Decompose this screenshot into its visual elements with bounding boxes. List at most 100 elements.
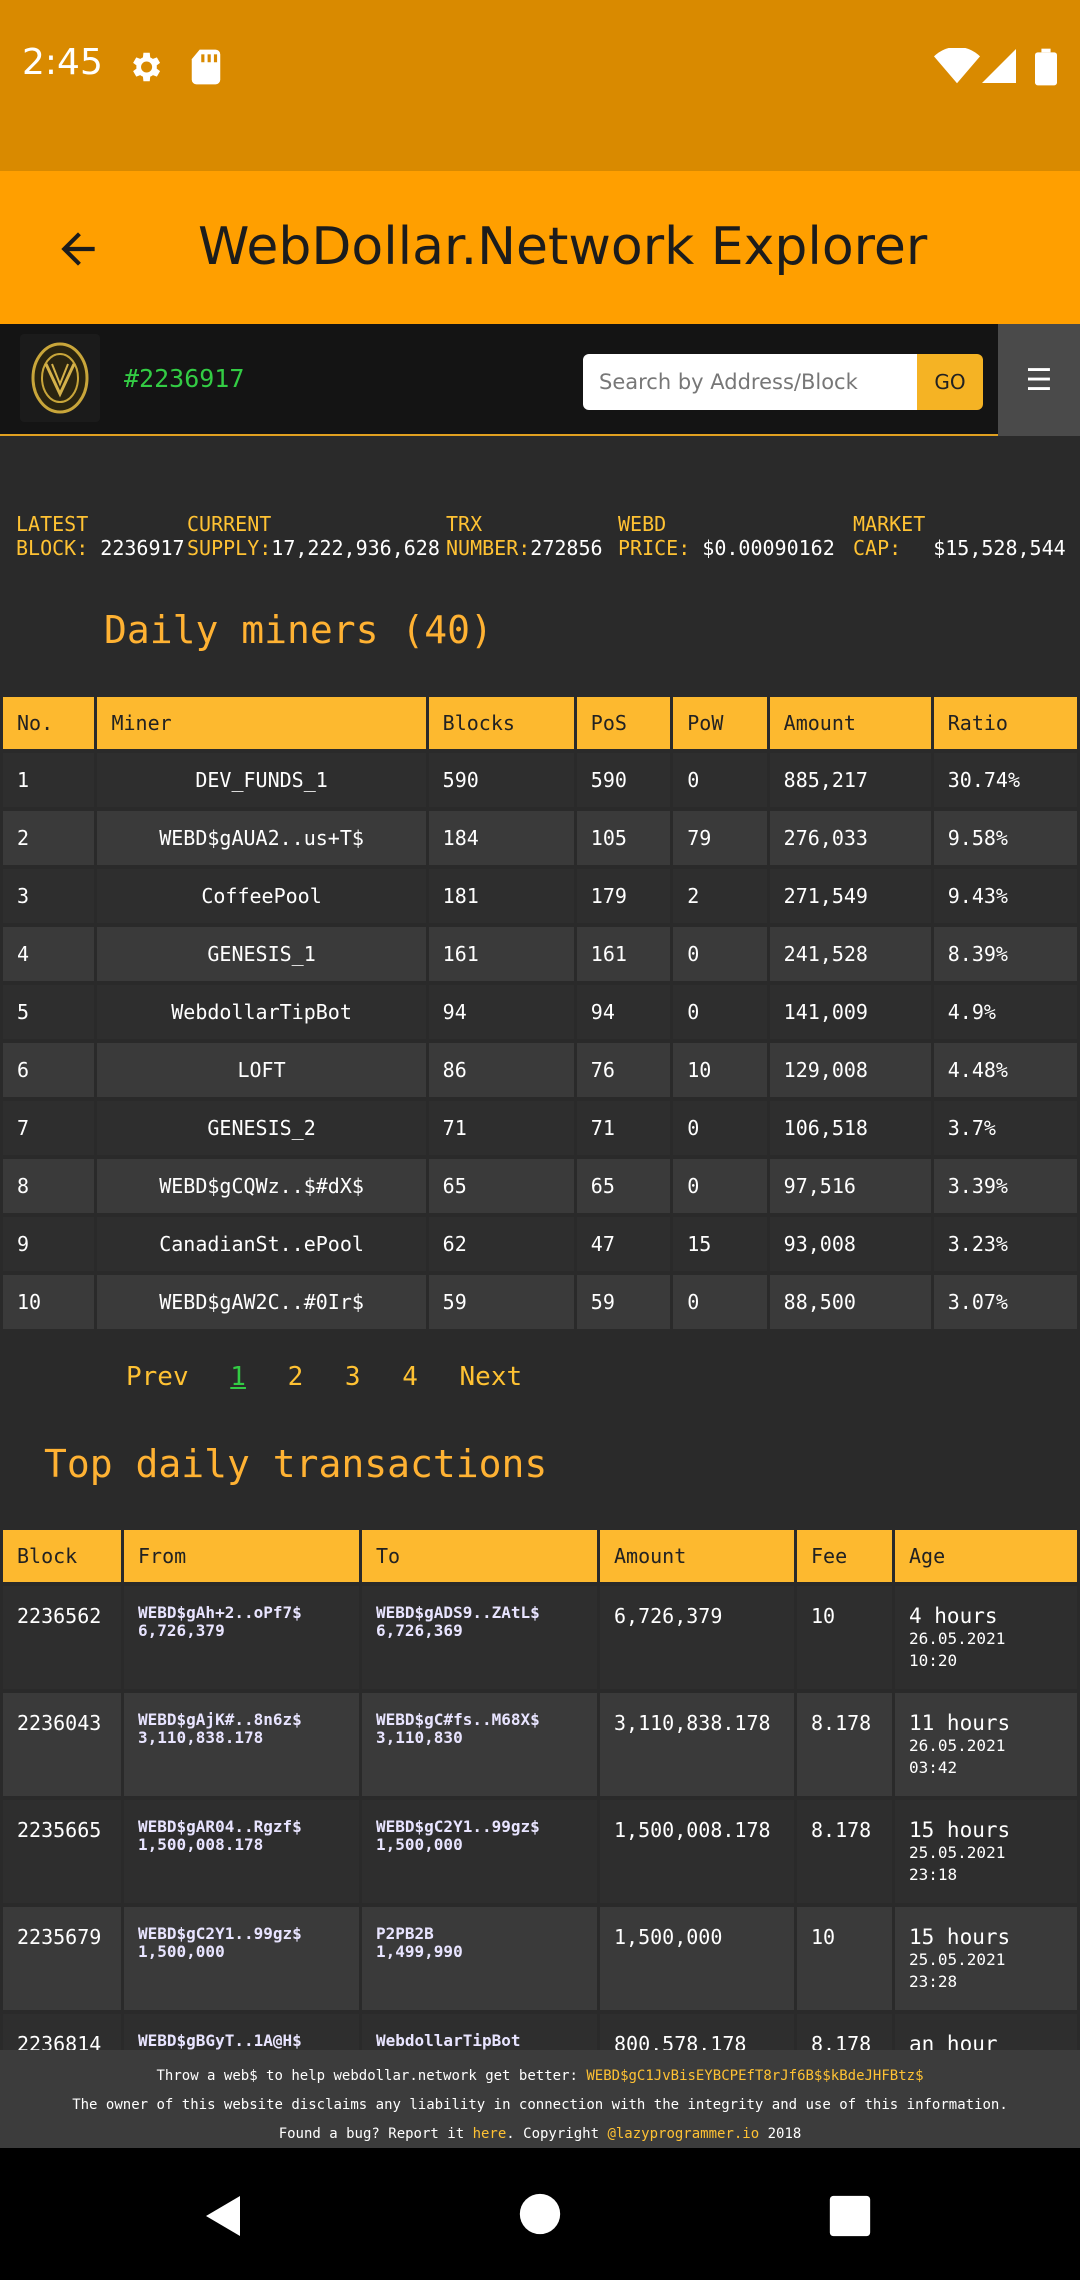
- table-header-row: No. Miner Blocks PoS PoW Amount Ratio: [3, 697, 1077, 749]
- page-link-4[interactable]: 4: [402, 1362, 418, 1392]
- miner-link[interactable]: WEBD$gAW2C..#0Ir$: [97, 1275, 426, 1329]
- go-button[interactable]: GO: [917, 354, 983, 410]
- daily-miners-heading: Daily miners (40): [104, 608, 493, 652]
- table-row[interactable]: 2236562 WEBD$gAh+2..oPf7$ 6,726,379 WEBD$…: [3, 1586, 1077, 1689]
- table-header-row: Block From To Amount Fee Age: [3, 1530, 1077, 1582]
- to-address-link[interactable]: WEBD$gADS9..ZAtL$: [376, 1603, 540, 1622]
- arrow-left-icon: [61, 232, 95, 266]
- column-header: PoS: [576, 697, 671, 749]
- block-link[interactable]: 2235679: [3, 1907, 121, 2010]
- battery-icon: [1035, 48, 1057, 90]
- menu-button[interactable]: ☰: [998, 324, 1080, 436]
- author-link[interactable]: @lazyprogrammer.io: [607, 2126, 759, 2142]
- back-button[interactable]: [40, 211, 116, 287]
- table-row[interactable]: 1 DEV_FUNDS_1 590 590 0 885,217 30.74%: [3, 753, 1077, 807]
- column-header: From: [124, 1530, 359, 1582]
- page-link-2[interactable]: 2: [288, 1362, 304, 1392]
- from-address-link[interactable]: WEBD$gC2Y1..99gz$: [138, 1924, 302, 1943]
- app-title: WebDollar.Network Explorer: [198, 217, 928, 277]
- navigation-bar: [0, 2148, 1080, 2280]
- to-address-link[interactable]: WebdollarTipBot: [376, 2031, 521, 2050]
- donation-address[interactable]: WEBD$gC1JvBisEYBCPEfT8rJf6B$$kBdeJHFBtz$: [586, 2068, 923, 2084]
- miner-link[interactable]: CanadianSt..ePool: [97, 1217, 426, 1271]
- miner-link[interactable]: LOFT: [97, 1043, 426, 1097]
- column-header: Blocks: [428, 697, 574, 749]
- from-address-link[interactable]: WEBD$gAh+2..oPf7$: [138, 1603, 302, 1622]
- column-header: Ratio: [933, 697, 1077, 749]
- daily-miners-table: No. Miner Blocks PoS PoW Amount Ratio 1D…: [0, 693, 1080, 1333]
- webdollar-logo[interactable]: [20, 334, 100, 422]
- prev-page-link[interactable]: Prev: [126, 1362, 189, 1392]
- top-transactions-table: Block From To Amount Fee Age 2236562 WEB…: [0, 1526, 1080, 2121]
- next-page-link[interactable]: Next: [460, 1362, 523, 1392]
- top-transactions-heading: Top daily transactions: [44, 1442, 548, 1486]
- report-bug-link[interactable]: here: [473, 2126, 507, 2142]
- stat-market-cap: MARKET CAP: $15,528,544: [853, 512, 1066, 560]
- app-bar: WebDollar.Network Explorer: [0, 171, 1080, 324]
- miners-pagination: Prev 1 2 3 4 Next: [126, 1362, 548, 1392]
- settings-icon: [126, 48, 164, 90]
- site-footer: Throw a web$ to help webdollar.network g…: [0, 2050, 1080, 2150]
- from-address-link[interactable]: WEBD$gBGyT..1A@H$: [138, 2031, 302, 2050]
- donation-line: Throw a web$ to help webdollar.network g…: [156, 2068, 924, 2084]
- nav-recents-icon[interactable]: [828, 2194, 872, 2238]
- miner-link[interactable]: WebdollarTipBot: [97, 985, 426, 1039]
- column-header: PoW: [673, 697, 767, 749]
- from-address-link[interactable]: WEBD$gAjK#..8n6z$: [138, 1710, 302, 1729]
- column-header: Miner: [97, 697, 426, 749]
- column-header: Age: [895, 1530, 1077, 1582]
- block-link[interactable]: 2236562: [3, 1586, 121, 1689]
- table-row[interactable]: 9 CanadianSt..ePool 62 47 15 93,008 3.23%: [3, 1217, 1077, 1271]
- latest-block-link[interactable]: #2236917: [124, 364, 244, 393]
- table-row[interactable]: 10 WEBD$gAW2C..#0Ir$ 59 59 0 88,500 3.07%: [3, 1275, 1077, 1329]
- column-header: Amount: [769, 697, 931, 749]
- column-header: To: [362, 1530, 597, 1582]
- stat-webd-price: WEBD PRICE: $0.00090162: [618, 512, 835, 560]
- table-row[interactable]: 2236043 WEBD$gAjK#..8n6z$ 3,110,838.178 W…: [3, 1693, 1077, 1796]
- wifi-icon: [934, 46, 980, 88]
- explorer-header: #2236917 GO: [0, 324, 998, 436]
- stat-latest-block: LATEST BLOCK: 2236917: [16, 512, 185, 560]
- table-row[interactable]: 8 WEBD$gCQWz..$#dX$ 65 65 0 97,516 3.39%: [3, 1159, 1077, 1213]
- to-address-link[interactable]: P2PB2B: [376, 1924, 434, 1943]
- network-stats: LATEST BLOCK: 2236917 CURRENT SUPPLY:17,…: [0, 512, 1080, 562]
- column-header: Fee: [797, 1530, 892, 1582]
- page-link-3[interactable]: 3: [345, 1362, 361, 1392]
- miner-link[interactable]: GENESIS_2: [97, 1101, 426, 1155]
- hamburger-menu-icon: ☰: [1025, 362, 1053, 398]
- to-address-link[interactable]: WEBD$gC#fs..M68X$: [376, 1710, 540, 1729]
- nav-home-icon[interactable]: [518, 2192, 562, 2236]
- copyright-line: Found a bug? Report it here. Copyright @…: [278, 2126, 802, 2142]
- miner-link[interactable]: CoffeePool: [97, 869, 426, 923]
- signal-icon: [982, 48, 1016, 88]
- table-row[interactable]: 5 WebdollarTipBot 94 94 0 141,009 4.9%: [3, 985, 1077, 1039]
- stat-trx-number: TRX NUMBER:272856: [446, 512, 603, 560]
- table-row[interactable]: 7 GENESIS_2 71 71 0 106,518 3.7%: [3, 1101, 1077, 1155]
- table-row[interactable]: 6 LOFT 86 76 10 129,008 4.48%: [3, 1043, 1077, 1097]
- column-header: Amount: [600, 1530, 794, 1582]
- table-row[interactable]: 3 CoffeePool 181 179 2 271,549 9.43%: [3, 869, 1077, 923]
- miner-link[interactable]: DEV_FUNDS_1: [97, 753, 426, 807]
- status-bar: 2:45: [0, 0, 1080, 171]
- block-link[interactable]: 2235665: [3, 1800, 121, 1903]
- page-link-1[interactable]: 1: [230, 1362, 246, 1392]
- webdollar-logo-icon: [31, 342, 89, 414]
- stat-current-supply: CURRENT SUPPLY:17,222,936,628: [187, 512, 440, 560]
- table-row[interactable]: 2235665 WEBD$gAR04..Rgzf$ 1,500,008.178 W…: [3, 1800, 1077, 1903]
- status-time: 2:45: [22, 42, 103, 83]
- miner-link[interactable]: GENESIS_1: [97, 927, 426, 981]
- to-address-link[interactable]: WEBD$gC2Y1..99gz$: [376, 1817, 540, 1836]
- table-row[interactable]: 2235679 WEBD$gC2Y1..99gz$ 1,500,000 P2PB2…: [3, 1907, 1077, 2010]
- table-row[interactable]: 4 GENESIS_1 161 161 0 241,528 8.39%: [3, 927, 1077, 981]
- miner-link[interactable]: WEBD$gCQWz..$#dX$: [97, 1159, 426, 1213]
- column-header: Block: [3, 1530, 121, 1582]
- column-header: No.: [3, 697, 95, 749]
- miner-link[interactable]: WEBD$gAUA2..us+T$: [97, 811, 426, 865]
- search-input[interactable]: [583, 354, 917, 410]
- from-address-link[interactable]: WEBD$gAR04..Rgzf$: [138, 1817, 302, 1836]
- sd-card-icon: [190, 48, 222, 90]
- disclaimer-line: The owner of this website disclaims any …: [72, 2097, 1008, 2113]
- block-link[interactable]: 2236043: [3, 1693, 121, 1796]
- nav-back-icon[interactable]: [200, 2192, 248, 2240]
- table-row[interactable]: 2 WEBD$gAUA2..us+T$ 184 105 79 276,033 9.58%: [3, 811, 1077, 865]
